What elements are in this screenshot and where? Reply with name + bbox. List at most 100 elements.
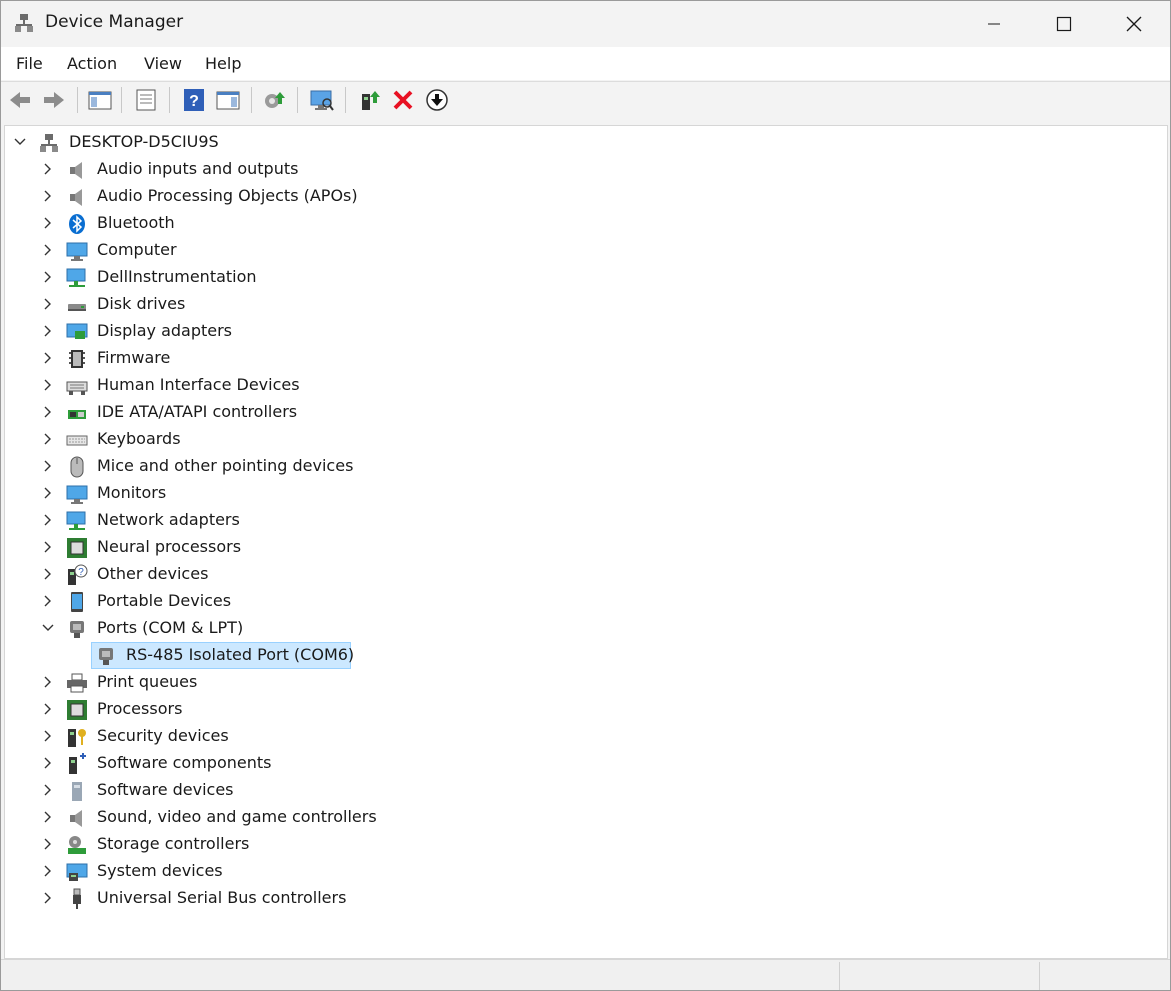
tree-item-audio-inputs[interactable]: Audio inputs and outputs — [5, 156, 1167, 183]
port-connector-icon — [70, 621, 84, 638]
tree-item-software-devices[interactable]: Software devices — [5, 777, 1167, 804]
chevron-right-icon[interactable] — [41, 783, 55, 797]
help-icon: ? — [184, 89, 204, 111]
tree-item-ports[interactable]: Ports (COM & LPT) — [5, 615, 1167, 642]
chevron-right-icon[interactable] — [41, 729, 55, 743]
status-bar — [1, 959, 1170, 990]
chevron-right-icon[interactable] — [41, 756, 55, 770]
minimize-button[interactable] — [959, 1, 1029, 46]
uninstall-device-icon — [393, 90, 413, 110]
back-button[interactable] — [7, 87, 33, 113]
tree-item-computer[interactable]: Computer — [5, 237, 1167, 264]
tree-item-label: Print queues — [97, 672, 198, 691]
device-tree[interactable]: DESKTOP-D5CIU9S Audio inputs and outputs… — [4, 125, 1168, 959]
menu-action[interactable]: Action — [67, 54, 117, 73]
menu-view[interactable]: View — [144, 54, 182, 73]
chevron-right-icon[interactable] — [41, 162, 55, 176]
tree-item-label: Firmware — [97, 348, 171, 367]
title-bar: Device Manager — [1, 1, 1170, 46]
show-hide-console-tree-button[interactable] — [87, 87, 113, 113]
network-monitor-icon — [66, 268, 86, 287]
tree-item-system-devices[interactable]: System devices — [5, 858, 1167, 885]
chevron-right-icon[interactable] — [41, 891, 55, 905]
maximize-button[interactable] — [1029, 1, 1099, 46]
portable-device-icon — [71, 592, 83, 612]
chevron-right-icon[interactable] — [41, 270, 55, 284]
device-manager-window: Device Manager File Action View Help ? D… — [0, 0, 1171, 991]
tree-item-firmware[interactable]: Firmware — [5, 345, 1167, 372]
tree-item-print-queues[interactable]: Print queues — [5, 669, 1167, 696]
properties-button[interactable] — [133, 87, 159, 113]
chevron-right-icon[interactable] — [41, 459, 55, 473]
action-pane-button[interactable] — [215, 87, 241, 113]
chevron-right-icon[interactable] — [41, 567, 55, 581]
chevron-right-icon[interactable] — [41, 675, 55, 689]
menu-file[interactable]: File — [16, 54, 43, 73]
tree-item-apos[interactable]: Audio Processing Objects (APOs) — [5, 183, 1167, 210]
tree-item-processors[interactable]: Processors — [5, 696, 1167, 723]
tree-item-disk-drives[interactable]: Disk drives — [5, 291, 1167, 318]
uninstall-device-button[interactable] — [390, 87, 416, 113]
chevron-right-icon[interactable] — [41, 432, 55, 446]
system-device-icon — [66, 863, 88, 881]
chevron-right-icon[interactable] — [41, 378, 55, 392]
update-driver-icon — [265, 92, 285, 108]
tree-item-sound-video[interactable]: Sound, video and game controllers — [5, 804, 1167, 831]
tree-item-bluetooth[interactable]: Bluetooth — [5, 210, 1167, 237]
port-connector-icon — [99, 648, 113, 665]
tree-item-keyboards[interactable]: Keyboards — [5, 426, 1167, 453]
menu-help[interactable]: Help — [205, 54, 241, 73]
tree-item-label: Processors — [97, 699, 183, 718]
chevron-down-icon[interactable] — [41, 621, 55, 635]
tree-item-usb[interactable]: Universal Serial Bus controllers — [5, 885, 1167, 912]
enable-device-button[interactable] — [357, 87, 383, 113]
tree-item-other-devices[interactable]: ? Other devices — [5, 561, 1167, 588]
close-button[interactable] — [1099, 1, 1169, 46]
tree-item-dellinstrumentation[interactable]: DellInstrumentation — [5, 264, 1167, 291]
update-driver-button[interactable] — [261, 87, 287, 113]
tree-item-portable-devices[interactable]: Portable Devices — [5, 588, 1167, 615]
tree-item-security-devices[interactable]: Security devices — [5, 723, 1167, 750]
software-device-icon — [72, 782, 82, 801]
tree-item-storage-controllers[interactable]: Storage controllers — [5, 831, 1167, 858]
tree-item-mice[interactable]: Mice and other pointing devices — [5, 453, 1167, 480]
monitor-icon — [66, 485, 88, 504]
chevron-right-icon[interactable] — [41, 351, 55, 365]
scan-hardware-button[interactable] — [309, 87, 335, 113]
chevron-right-icon[interactable] — [41, 513, 55, 527]
chevron-right-icon[interactable] — [41, 864, 55, 878]
tree-item-ide[interactable]: IDE ATA/ATAPI controllers — [5, 399, 1167, 426]
tree-root[interactable]: DESKTOP-D5CIU9S — [5, 129, 1167, 156]
forward-button[interactable] — [41, 87, 67, 113]
tree-item-network-adapters[interactable]: Network adapters — [5, 507, 1167, 534]
security-key-icon — [68, 729, 86, 747]
tree-item-display-adapters[interactable]: Display adapters — [5, 318, 1167, 345]
chevron-right-icon[interactable] — [41, 243, 55, 257]
tree-item-label: Network adapters — [97, 510, 240, 529]
tree-item-monitors[interactable]: Monitors — [5, 480, 1167, 507]
tree-item-hid[interactable]: Human Interface Devices — [5, 372, 1167, 399]
disable-device-button[interactable] — [424, 87, 450, 113]
chevron-down-icon[interactable] — [13, 135, 27, 149]
chevron-right-icon[interactable] — [41, 702, 55, 716]
help-button[interactable]: ? — [181, 87, 207, 113]
tree-item-label: Software devices — [97, 780, 234, 799]
chevron-right-icon[interactable] — [41, 324, 55, 338]
svg-text:?: ? — [78, 567, 84, 578]
chevron-right-icon[interactable] — [41, 405, 55, 419]
tree-item-label: Software components — [97, 753, 272, 772]
chevron-right-icon[interactable] — [41, 216, 55, 230]
chevron-right-icon[interactable] — [41, 837, 55, 851]
tree-item-rs485-port[interactable]: RS-485 Isolated Port (COM6) — [5, 642, 1167, 669]
properties-icon — [136, 89, 156, 111]
tree-item-neural-processors[interactable]: Neural processors — [5, 534, 1167, 561]
chevron-right-icon[interactable] — [41, 594, 55, 608]
chevron-right-icon[interactable] — [41, 486, 55, 500]
tree-item-software-components[interactable]: Software components — [5, 750, 1167, 777]
chevron-right-icon[interactable] — [41, 297, 55, 311]
chevron-right-icon[interactable] — [41, 540, 55, 554]
toolbar: ? — [1, 81, 1170, 119]
chevron-right-icon[interactable] — [41, 189, 55, 203]
chevron-right-icon[interactable] — [41, 810, 55, 824]
action-pane-icon — [216, 91, 240, 110]
